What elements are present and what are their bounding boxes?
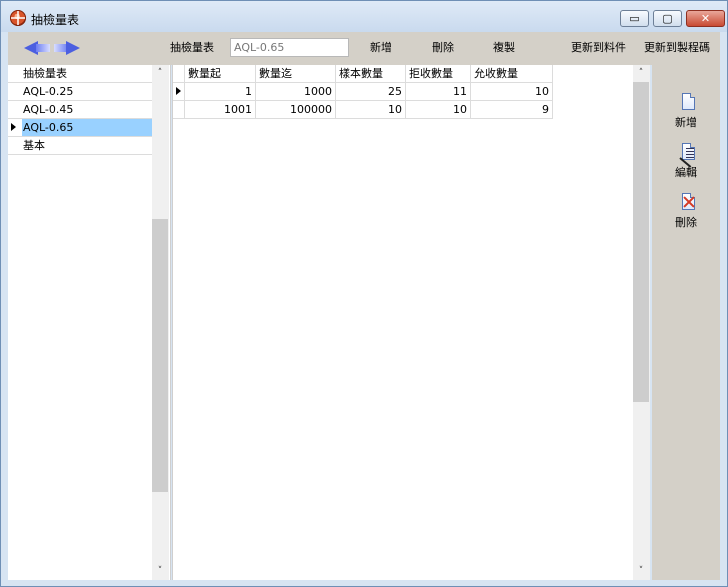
column-header[interactable]: 允收數量 [471,65,553,82]
table-cell[interactable]: 11 [406,83,471,100]
action-panel: 新增 編輯 刪除 [652,65,720,580]
table-cell[interactable]: 25 [336,83,406,100]
side-delete-button[interactable]: 刪除 [658,193,714,237]
side-edit-label: 編輯 [675,166,697,179]
column-header[interactable]: 數量起 [185,65,256,82]
current-row-icon [173,83,185,100]
maximize-button[interactable]: ▢ [653,10,682,27]
forward-arrow-icon[interactable] [51,41,80,55]
table-cell[interactable]: 9 [471,101,553,118]
scroll-up-icon[interactable]: ˄ [152,65,168,82]
toolbar: 抽檢量表 AQL-0.65 新增 刪除 複製 更新到料件 更新到製程碼 [8,32,720,65]
list-item-label: 基本 [23,139,45,152]
list-item-label: AQL-0.65 [23,121,74,134]
table-cell[interactable]: 10 [406,101,471,118]
minimize-icon: ▭ [629,12,640,25]
window-title: 抽檢量表 [31,13,80,27]
aql-input[interactable]: AQL-0.65 [230,38,349,57]
back-arrow-icon[interactable] [24,41,52,55]
list-item-selected[interactable]: AQL-0.65 [8,119,152,137]
side-new-label: 新增 [675,116,697,129]
close-button[interactable]: ✕ [686,10,725,27]
table-row[interactable]: 1 1000 25 11 10 [173,83,553,101]
grid-scrollbar[interactable]: ˄ ˅ [633,65,650,580]
new-button[interactable]: 新增 [370,42,392,54]
list-item[interactable]: 基本 [8,137,152,155]
delete-x-icon [680,193,698,213]
table-cell[interactable]: 100000 [256,101,336,118]
list-item-label: AQL-0.25 [23,85,74,98]
side-new-button[interactable]: 新增 [658,93,714,137]
quantity-grid: 數量起 數量迄 樣本數量 拒收數量 允收數量 1 1000 25 11 10 1… [172,65,650,580]
table-cell[interactable]: 1 [185,83,256,100]
scroll-down-icon[interactable]: ˅ [633,563,649,580]
column-header[interactable]: 數量迄 [256,65,336,82]
table-cell[interactable]: 1001 [185,101,256,118]
copy-button[interactable]: 複製 [493,42,515,54]
maximize-icon: ▢ [662,12,673,25]
scroll-down-icon[interactable]: ˅ [152,563,168,580]
title-bar[interactable]: 抽檢量表 ▭ ▢ ✕ [1,1,727,32]
column-header[interactable]: 樣本數量 [336,65,406,82]
scroll-up-icon[interactable]: ˄ [633,65,649,82]
table-cell[interactable]: 10 [471,83,553,100]
list-item[interactable]: AQL-0.45 [8,101,152,119]
edit-document-icon [679,143,698,168]
list-header: 抽檢量表 [8,65,152,83]
update-process-button[interactable]: 更新到製程碼 [644,42,710,54]
aql-list: 抽檢量表 AQL-0.25 AQL-0.45 AQL-0.65 基本 ˄ ˅ [8,65,171,580]
close-icon: ✕ [700,12,711,25]
toolbar-label: 抽檢量表 [170,41,214,54]
app-globe-icon [10,10,26,26]
column-header[interactable]: 拒收數量 [406,65,471,82]
list-scroll-thumb[interactable] [152,219,168,492]
list-item[interactable]: AQL-0.25 [8,83,152,101]
grid-scroll-thumb[interactable] [633,82,649,402]
current-row-icon [8,119,21,136]
minimize-button[interactable]: ▭ [620,10,649,27]
new-document-icon [680,93,698,113]
table-row[interactable]: 1001 100000 10 10 9 [173,101,553,119]
table-cell[interactable]: 1000 [256,83,336,100]
list-item-label: AQL-0.45 [23,103,74,116]
table-cell[interactable]: 10 [336,101,406,118]
side-delete-label: 刪除 [675,216,697,229]
update-material-button[interactable]: 更新到料件 [571,42,626,54]
delete-button[interactable]: 刪除 [432,42,454,54]
list-header-label: 抽檢量表 [23,67,67,80]
grid-header: 數量起 數量迄 樣本數量 拒收數量 允收數量 [173,65,553,83]
main-window: 抽檢量表 ▭ ▢ ✕ 抽檢量表 AQL-0.65 新增 刪除 複製 更新到料件 … [0,0,728,587]
side-edit-button[interactable]: 編輯 [658,143,714,187]
list-scrollbar[interactable]: ˄ ˅ [152,65,169,580]
